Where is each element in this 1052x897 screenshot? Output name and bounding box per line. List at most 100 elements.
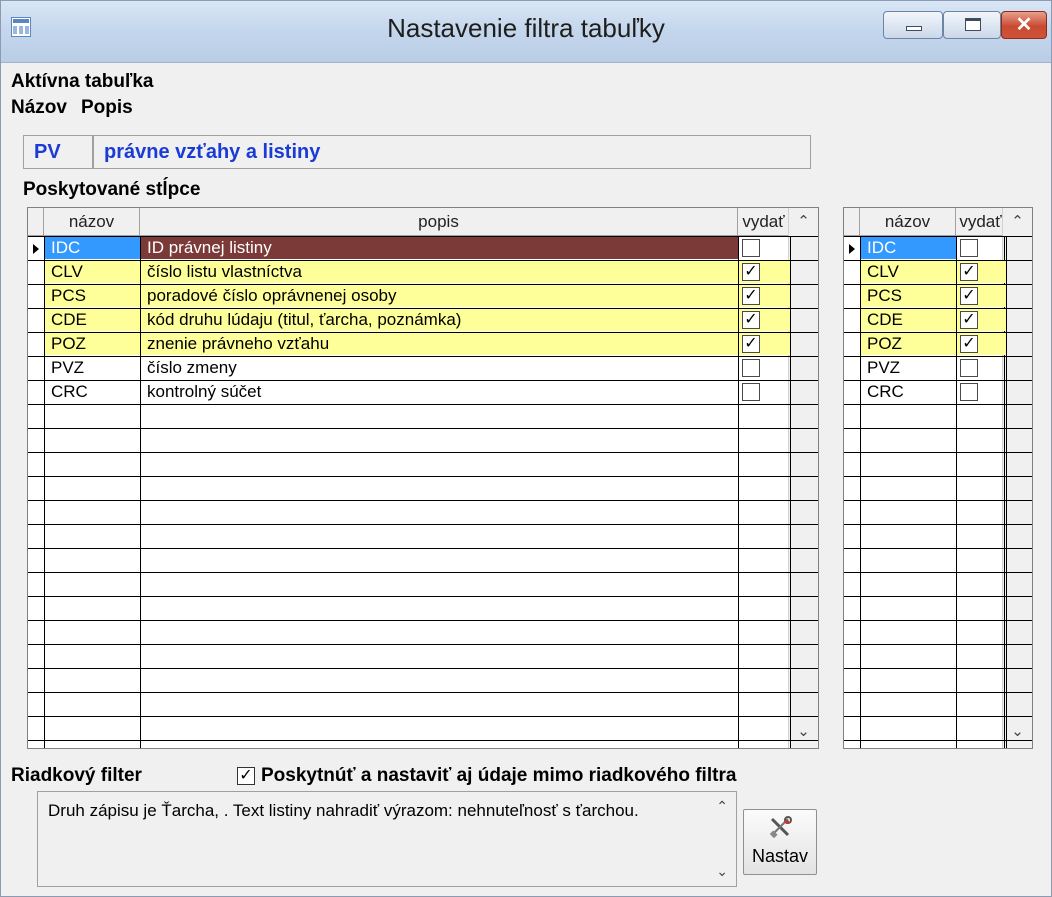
grid-line [28,500,818,501]
table-row[interactable]: PCS ✓ [844,285,1032,308]
table-row[interactable]: CDE ✓ [844,309,1032,332]
row-name-cell[interactable]: POZ [45,333,140,355]
grid-line [28,524,818,525]
row-filter-heading: Riadkový filter [11,765,142,786]
grid-line [28,644,818,645]
row-name-cell[interactable]: CDE [45,309,140,331]
grid-line [28,692,818,693]
export-checkbox[interactable]: ✓ [742,335,760,353]
row-description-cell[interactable]: kód druhu lúdaju (titul, ťarcha, poznámk… [141,309,738,331]
grid-line [28,428,818,429]
row-name-cell[interactable]: IDC [861,237,956,259]
export-checkbox[interactable] [960,383,978,401]
row-name-cell[interactable]: POZ [861,333,956,355]
grid-line [28,740,818,741]
table-row[interactable]: CRC kontrolný súčet [28,381,818,404]
scroll-up-icon[interactable]: ⌃ [1003,212,1032,230]
column-header-name[interactable]: názov [44,208,140,236]
selected-columns-grid[interactable]: názov vydať ⌃ ⌄ IDC CLV ✓ PCS ✓ CDE ✓ POZ ✓ PVZ CR… [843,207,1033,749]
grid-line [28,620,818,621]
filter-settings-window: Nastavenie filtra tabuľky ✕ Aktívna tabu… [0,0,1052,897]
row-description-cell[interactable]: číslo zmeny [141,357,738,379]
scroll-down-icon[interactable]: ⌄ [1003,722,1032,740]
title-bar[interactable]: Nastavenie filtra tabuľky ✕ [1,1,1051,63]
export-checkbox[interactable]: ✓ [742,311,760,329]
table-row[interactable]: IDC [844,237,1032,260]
active-table-heading: Aktívna tabuľka [11,71,154,92]
table-description-value: právne vzťahy a listiny [104,141,321,163]
row-filter-content: Druh zápisu je Ťarcha, . Text listiny na… [48,801,639,820]
export-checkbox[interactable]: ✓ [960,263,978,281]
row-name-cell[interactable]: CRC [45,381,140,403]
scroll-down-icon[interactable]: ⌄ [789,722,818,740]
columns-grid[interactable]: názov popis vydať ⌃ ⌄ IDC ID právnej list… [27,207,819,749]
minimize-button[interactable] [883,11,943,39]
columns-heading: Poskytované stĺpce [23,179,201,200]
tools-icon [769,816,792,839]
scroll-down-icon[interactable]: ⌄ [716,863,728,880]
column-header-description[interactable]: popis [140,208,738,236]
row-indicator-header [28,208,44,236]
table-row[interactable]: CLV číslo listu vlastníctva ✓ [28,261,818,284]
row-name-cell[interactable]: PCS [45,285,140,307]
maximize-icon [965,18,981,31]
grid-line [28,596,818,597]
export-checkbox[interactable] [742,239,760,257]
row-description-cell[interactable]: číslo listu vlastníctva [141,261,738,283]
table-row[interactable]: IDC ID právnej listiny [28,237,818,260]
export-checkbox[interactable] [742,383,760,401]
table-row[interactable]: POZ ✓ [844,333,1032,356]
row-description-cell[interactable]: poradové číslo oprávnenej osoby [141,285,738,307]
row-description-cell[interactable]: ID právnej listiny [141,237,738,259]
row-indicator-header [844,208,860,236]
grid-line [28,548,818,549]
minimize-icon [906,26,922,31]
row-name-cell[interactable]: CLV [45,261,140,283]
table-row[interactable]: CRC [844,381,1032,404]
row-name-cell[interactable]: IDC [45,237,140,259]
table-row[interactable]: POZ znenie právneho vzťahu ✓ [28,333,818,356]
outside-filter-label[interactable]: Poskytnúť a nastaviť aj údaje mimo riadk… [261,765,736,787]
table-code-value: PV [34,141,61,163]
table-code-field: PV [23,135,93,169]
maximize-button[interactable] [943,11,1001,39]
export-checkbox[interactable] [960,359,978,377]
grid-line [28,452,818,453]
table-row[interactable]: PVZ číslo zmeny [28,357,818,380]
description-label: Popis [81,97,133,118]
name-label: Názov [11,97,67,118]
export-checkbox[interactable] [742,359,760,377]
apply-filter-button[interactable]: Nastav [743,809,817,875]
column-header-name[interactable]: názov [860,208,956,236]
row-description-cell[interactable]: znenie právneho vzťahu [141,333,738,355]
export-checkbox[interactable]: ✓ [960,287,978,305]
grid-line [28,404,818,405]
column-header-export[interactable]: vydať [738,208,790,236]
row-name-cell[interactable]: PCS [861,285,956,307]
export-checkbox[interactable]: ✓ [742,263,760,281]
close-button[interactable]: ✕ [1001,11,1047,39]
row-filter-text[interactable]: Druh zápisu je Ťarcha, . Text listiny na… [37,791,737,887]
row-name-cell[interactable]: CDE [861,309,956,331]
table-row[interactable]: CLV ✓ [844,261,1032,284]
scroll-up-icon[interactable]: ⌃ [716,798,728,815]
grid-line [28,572,818,573]
export-checkbox[interactable]: ✓ [960,335,978,353]
table-row[interactable]: CDE kód druhu lúdaju (titul, ťarcha, pozn… [28,309,818,332]
export-checkbox[interactable]: ✓ [960,311,978,329]
row-name-cell[interactable]: CLV [861,261,956,283]
row-name-cell[interactable]: CRC [861,381,956,403]
row-description-cell[interactable]: kontrolný súčet [141,381,738,403]
apply-filter-label: Nastav [751,846,809,866]
export-checkbox[interactable]: ✓ [742,287,760,305]
table-row[interactable]: PVZ [844,357,1032,380]
scroll-up-icon[interactable]: ⌃ [789,212,818,230]
outside-filter-checkbox[interactable]: ✓ [237,767,255,785]
table-row[interactable]: PCS poradové číslo oprávnenej osoby ✓ [28,285,818,308]
row-name-cell[interactable]: PVZ [45,357,140,379]
close-icon: ✕ [1015,14,1033,36]
column-header-export[interactable]: vydať [956,208,1006,236]
export-checkbox[interactable] [960,239,978,257]
current-row-pointer-icon [33,244,39,254]
row-name-cell[interactable]: PVZ [861,357,956,379]
